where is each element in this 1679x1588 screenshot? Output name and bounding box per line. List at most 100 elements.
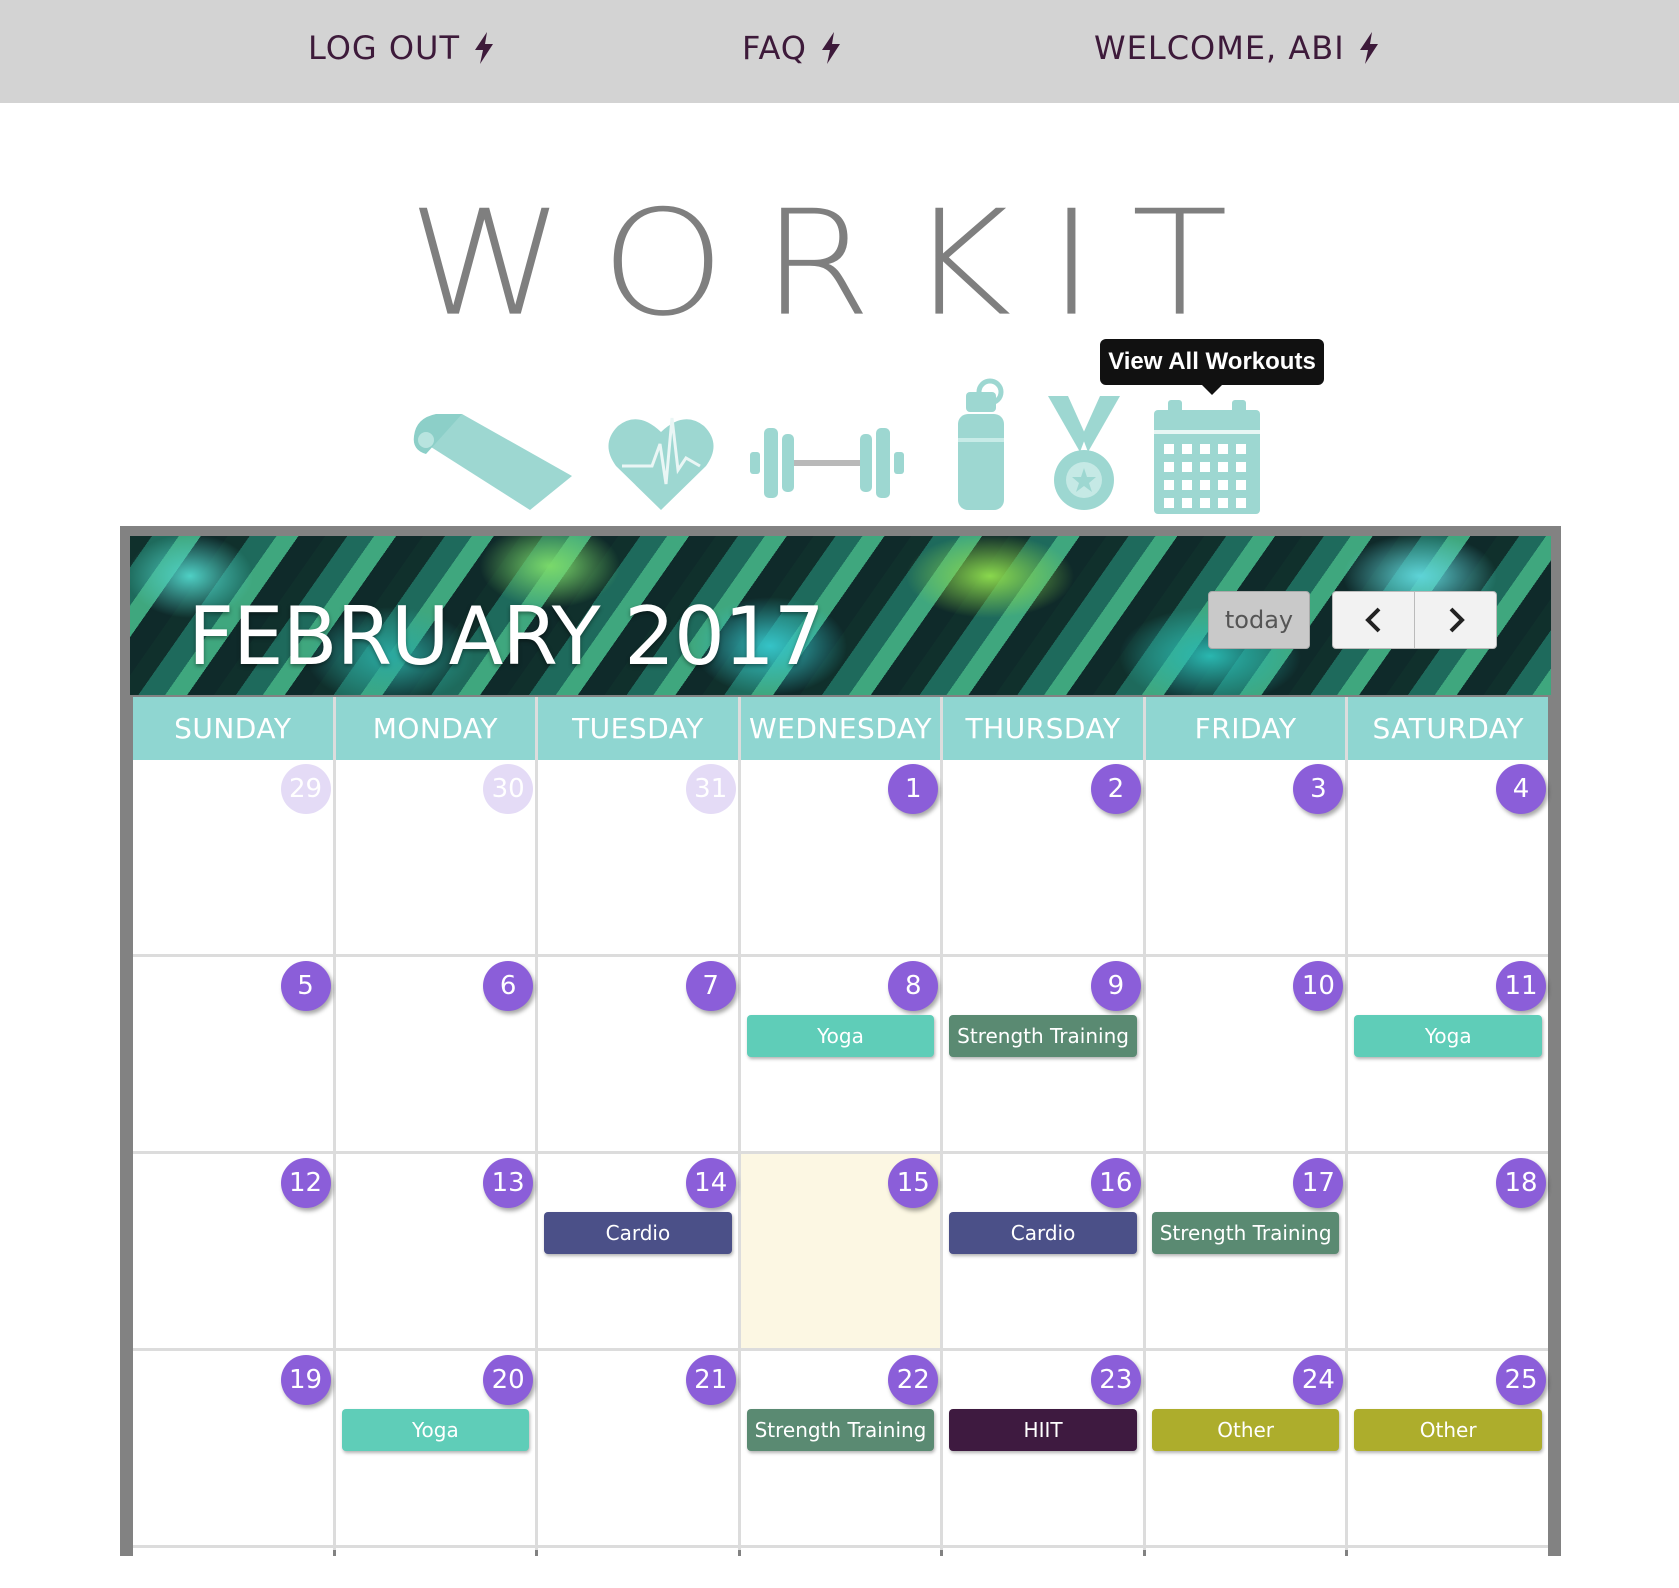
day-number: 3 (1293, 764, 1344, 814)
day-cell[interactable]: 4 (1348, 760, 1548, 954)
lightning-icon (1359, 32, 1378, 64)
lightning-icon (821, 32, 840, 64)
day-cell[interactable]: 30 (335, 760, 536, 954)
day-cell[interactable]: 8 Yoga (740, 957, 941, 1151)
logo-letter: I (1048, 179, 1095, 349)
day-cell[interactable]: 24 Other (1145, 1351, 1346, 1545)
weekday-label: WEDNESDAY (740, 697, 941, 760)
faq-link[interactable]: FAQ (742, 26, 843, 70)
day-number: 6 (483, 961, 534, 1011)
welcome-link[interactable]: WELCOME, ABI (1094, 26, 1381, 70)
day-cell[interactable] (335, 1548, 536, 1588)
day-cell[interactable]: 29 (133, 760, 333, 954)
workout-event[interactable]: Yoga (341, 1409, 530, 1451)
logo-letter: O (600, 179, 726, 349)
day-cell[interactable]: 6 (335, 957, 536, 1151)
day-cell[interactable]: 7 (538, 957, 738, 1151)
medal-icon[interactable] (1046, 396, 1122, 512)
day-cell[interactable]: 13 (335, 1154, 536, 1348)
day-number: 4 (1495, 764, 1546, 814)
day-number: 13 (483, 1158, 534, 1208)
day-number: 10 (1293, 961, 1344, 1011)
day-number: 18 (1495, 1158, 1546, 1208)
workout-event[interactable]: Cardio (949, 1212, 1137, 1254)
day-cell[interactable]: 22 Strength Training (740, 1351, 941, 1545)
calendar-header: FEBRUARY 2017 today (130, 536, 1551, 695)
weekday-label: SATURDAY (1348, 697, 1548, 760)
day-number: 12 (280, 1158, 331, 1208)
day-number: 17 (1293, 1158, 1344, 1208)
day-number: 15 (888, 1158, 939, 1208)
workout-event[interactable]: HIIT (949, 1409, 1137, 1451)
logout-label: LOG OUT (308, 29, 460, 67)
workout-event[interactable]: Other (1354, 1409, 1542, 1451)
day-cell[interactable]: 15 (740, 1154, 941, 1348)
prev-month-button[interactable] (1332, 591, 1415, 649)
workout-event[interactable]: Strength Training (746, 1409, 935, 1451)
yoga-mat-icon[interactable] (412, 410, 572, 512)
workout-event[interactable]: Yoga (1354, 1015, 1542, 1057)
day-cell[interactable]: 18 (1348, 1154, 1548, 1348)
day-cell[interactable]: 12 (133, 1154, 333, 1348)
day-number: 31 (685, 764, 736, 814)
day-number: 19 (280, 1355, 331, 1405)
weekday-label: FRIDAY (1145, 697, 1346, 760)
day-cell[interactable]: 5 (133, 957, 333, 1151)
day-cell[interactable]: 25 Other (1348, 1351, 1548, 1545)
day-cell[interactable]: 10 (1145, 957, 1346, 1151)
day-number: 11 (1495, 961, 1546, 1011)
lightning-icon (475, 32, 493, 64)
today-button[interactable]: today (1208, 591, 1310, 649)
day-number: 5 (280, 961, 331, 1011)
logout-link[interactable]: LOG OUT (308, 26, 496, 70)
day-cell[interactable]: 21 (538, 1351, 738, 1545)
view-all-workouts-tooltip: View All Workouts (1100, 339, 1324, 395)
weekday-label: SUNDAY (133, 697, 333, 760)
day-cell[interactable]: 16 Cardio (943, 1154, 1143, 1348)
faq-label: FAQ (742, 29, 807, 67)
day-cell[interactable]: 17 Strength Training (1145, 1154, 1346, 1348)
day-cell[interactable] (740, 1548, 941, 1588)
day-number: 30 (483, 764, 534, 814)
workout-event[interactable]: Strength Training (949, 1015, 1137, 1057)
calendar-icon[interactable] (1154, 400, 1260, 514)
day-cell[interactable]: 14 Cardio (538, 1154, 738, 1348)
dumbbell-icon[interactable] (750, 424, 904, 502)
logo-letter: R (761, 179, 872, 349)
day-cell[interactable] (1145, 1548, 1346, 1588)
day-cell[interactable]: 2 (943, 760, 1143, 954)
logo-letter: K (908, 179, 1012, 349)
workout-event[interactable]: Other (1151, 1409, 1340, 1451)
workout-event[interactable]: Cardio (544, 1212, 732, 1254)
day-number: 9 (1090, 961, 1141, 1011)
day-number: 23 (1090, 1355, 1141, 1405)
day-cell[interactable]: 1 (740, 760, 941, 954)
day-cell[interactable] (538, 1548, 738, 1588)
calendar-grid: 29 30 31 1 2 3 4 5 6 7 8 Yoga 9 Strength Training 10 11… (133, 760, 1548, 1588)
day-cell[interactable]: 11 Yoga (1348, 957, 1548, 1151)
heartbeat-icon[interactable] (608, 414, 714, 512)
weekday-label: MONDAY (335, 697, 536, 760)
logo-letter: W (408, 179, 565, 349)
day-cell[interactable] (133, 1548, 333, 1588)
day-number: 7 (685, 961, 736, 1011)
water-bottle-icon[interactable] (954, 378, 1010, 512)
day-cell[interactable]: 19 (133, 1351, 333, 1545)
day-cell[interactable]: 31 (538, 760, 738, 954)
day-cell[interactable]: 20 Yoga (335, 1351, 536, 1545)
chevron-right-icon (1449, 607, 1465, 633)
day-number: 24 (1293, 1355, 1344, 1405)
workout-event[interactable]: Strength Training (1151, 1212, 1340, 1254)
day-number: 29 (280, 764, 331, 814)
day-cell[interactable] (943, 1548, 1143, 1588)
day-number: 22 (888, 1355, 939, 1405)
day-cell[interactable]: 3 (1145, 760, 1346, 954)
next-month-button[interactable] (1414, 591, 1497, 649)
day-cell[interactable] (1348, 1548, 1548, 1588)
day-number: 8 (888, 961, 939, 1011)
day-cell[interactable]: 9 Strength Training (943, 957, 1143, 1151)
day-number: 21 (685, 1355, 736, 1405)
day-cell[interactable]: 23 HIIT (943, 1351, 1143, 1545)
workout-event[interactable]: Yoga (746, 1015, 935, 1057)
top-nav: LOG OUT FAQ WELCOME, ABI (0, 0, 1679, 103)
